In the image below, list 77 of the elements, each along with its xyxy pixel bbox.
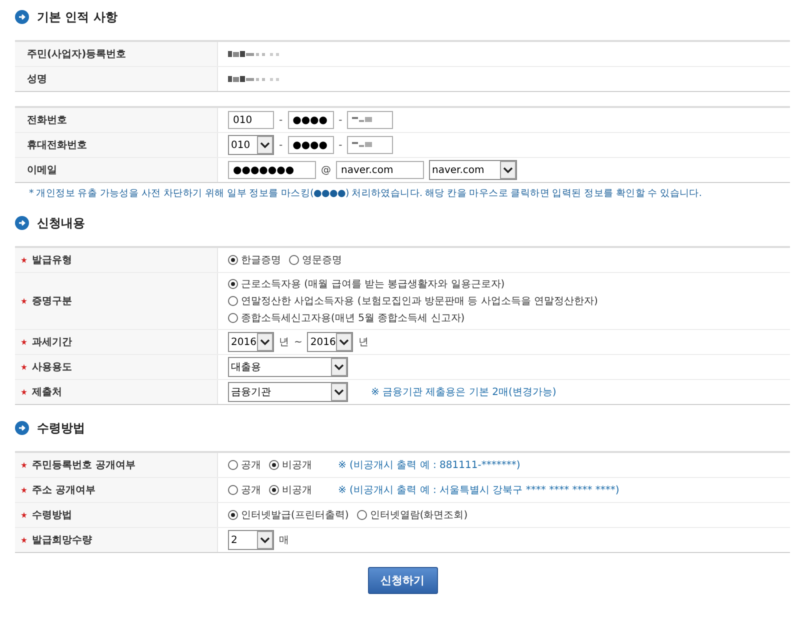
note-text: ※ 금융기관 제출용은 기본 2매(변경가능) (371, 386, 556, 399)
field-label: 사용용도 (32, 361, 72, 374)
notice-text: * 개인정보 유출 가능성을 사전 차단하기 위해 일부 정보를 마스킹(●●●●) 처리하였습니다. 해당 칸을 마우스로 클릭하면 입력된 정보를 확인할 수 있습니다. (29, 187, 703, 200)
note-text: ※ (비공개시 출력 예 : 881111-*******) (338, 459, 520, 472)
caret-icon (336, 333, 352, 351)
input-field[interactable]: naver.com (336, 161, 424, 179)
radio-label[interactable]: 인터넷열람(화면조회) (370, 508, 468, 522)
caret-icon (500, 161, 516, 179)
arrow-circle-icon (15, 421, 29, 435)
field-label: 발급희망수량 (32, 534, 92, 547)
separator-text: - (338, 140, 342, 150)
radio-label[interactable]: 근로소득자용 (매월 급여를 받는 봉급생활자와 일용근로자) (241, 277, 505, 291)
radio-button[interactable] (228, 296, 238, 306)
section-title: 수령방법 (37, 420, 85, 436)
input-field[interactable]: 010 (228, 111, 274, 129)
field-label: 주민(사업자)등록번호 (27, 48, 126, 61)
separator-text: @ (321, 164, 331, 176)
caret-icon (331, 383, 347, 401)
radio-label[interactable]: 한글증명 (241, 253, 281, 267)
input-field[interactable] (347, 111, 394, 129)
note-text: ※ (비공개시 출력 예 : 서울특별시 강북구 **** **** **** ****) (338, 484, 620, 497)
radio-label[interactable]: 인터넷발급(프린터출력) (241, 508, 349, 522)
field-label: 증명구분 (32, 295, 72, 308)
section-title: 신청내용 (37, 214, 85, 232)
separator-text: - (279, 140, 283, 150)
radio-label[interactable]: 영문증명 (302, 253, 342, 267)
input-field[interactable] (347, 136, 394, 154)
radio-button[interactable] (228, 279, 238, 289)
radio-label[interactable]: 종합소득세신고자용(매년 5월 종합소득세 신고자) (241, 311, 465, 325)
radio-button[interactable] (269, 485, 279, 495)
separator-text: 년 (358, 336, 368, 349)
separator-text: - (279, 114, 283, 126)
caret-icon (331, 358, 347, 376)
field-label: 성명 (27, 73, 47, 86)
radio-button[interactable] (228, 255, 238, 265)
input-field[interactable]: ●●●● (288, 111, 334, 129)
radio-button[interactable] (228, 313, 238, 323)
field-label: 제출처 (32, 386, 62, 399)
radio-button[interactable] (289, 255, 299, 265)
radio-button[interactable] (356, 510, 367, 520)
field-label: 이메일 (27, 164, 57, 177)
select-dropdown[interactable]: 금융기관 (228, 382, 348, 402)
radio-button[interactable] (228, 510, 238, 520)
field-label: 발급유형 (32, 254, 72, 267)
select-dropdown[interactable]: 대출용 (228, 357, 348, 377)
field-label: 휴대전화번호 (27, 139, 87, 152)
field-label: 주민등록번호 공개여부 (32, 459, 136, 472)
field-label: 수령방법 (32, 509, 72, 522)
field-label: 전화번호 (27, 114, 67, 127)
select-dropdown[interactable]: 2 (228, 530, 274, 550)
arrow-circle-icon (15, 216, 29, 230)
separator-text: 매 (279, 534, 289, 547)
radio-label[interactable]: 연말정산한 사업소득자용 (보험모집인과 방문판매 등 사업소득을 연말정산한자) (241, 294, 598, 308)
separator-text: 년 (279, 336, 289, 349)
radio-label[interactable]: 공개 (241, 458, 261, 472)
radio-label[interactable]: 비공개 (282, 458, 312, 472)
separator-text: - (338, 114, 342, 126)
arrow-circle-icon (15, 10, 29, 24)
input-field[interactable]: ●●●● (288, 136, 334, 154)
radio-button[interactable] (228, 485, 238, 495)
input-field[interactable]: ●●●●●●● (228, 161, 316, 179)
select-dropdown[interactable]: 010 (228, 135, 274, 155)
radio-label[interactable]: 비공개 (282, 483, 312, 497)
select-dropdown[interactable]: 2016 (228, 332, 274, 352)
section-title: 기본 인적 사항 (37, 8, 118, 26)
submit-button[interactable]: 신청하기 (368, 567, 438, 594)
radio-button[interactable] (269, 460, 279, 470)
radio-label[interactable]: 공개 (241, 483, 261, 497)
select-dropdown[interactable]: naver.com (429, 160, 517, 180)
caret-icon (257, 531, 273, 549)
select-dropdown[interactable]: 2016 (307, 332, 354, 352)
field-label: 과세기간 (32, 336, 72, 349)
separator-text: ~ (294, 336, 302, 348)
caret-icon (257, 333, 273, 351)
field-label: 주소 공개여부 (32, 484, 96, 497)
caret-icon (257, 136, 273, 154)
radio-button[interactable] (228, 460, 238, 470)
